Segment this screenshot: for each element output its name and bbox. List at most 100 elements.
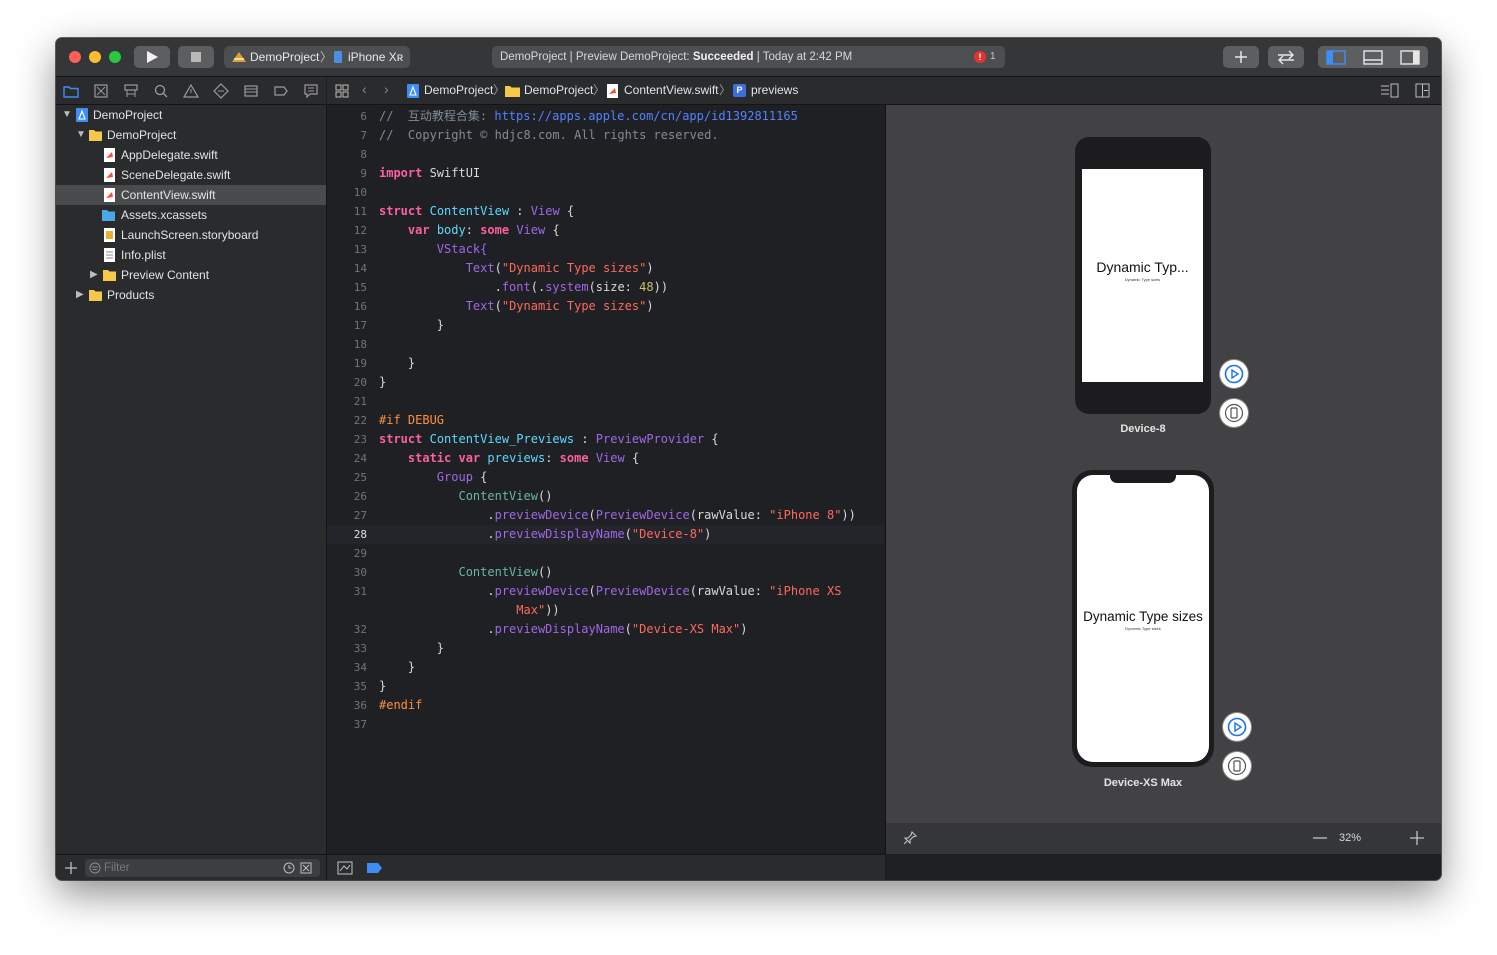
library-button[interactable] <box>1223 46 1259 68</box>
line-number: 12 <box>353 224 367 237</box>
folder-icon <box>505 86 520 97</box>
tree-item-launchscreen[interactable]: LaunchScreen.storyboard <box>56 225 326 245</box>
line-number: 23 <box>353 433 367 446</box>
plist-file-icon <box>104 248 115 262</box>
scheme-device: iPhone Xʀ <box>348 50 404 64</box>
project-navigator: ▼ DemoProject ▼ DemoProject AppDelegate.… <box>56 105 327 854</box>
breadcrumb-symbol[interactable]: previews <box>751 77 798 104</box>
disclosure-open-icon[interactable]: ▼ <box>76 125 86 145</box>
string-literal: "Device-8" <box>631 527 705 541</box>
punct: (size: <box>588 280 640 294</box>
breadcrumb-project[interactable]: DemoProject <box>424 77 493 104</box>
code-line: } <box>379 658 415 677</box>
add-editor-icon[interactable] <box>1415 83 1431 99</box>
folder-icon[interactable] <box>63 83 79 99</box>
related-items-grid-icon[interactable] <box>334 83 350 99</box>
comment-link[interactable]: https://apps.apple.com/cn/app/id13928111… <box>494 109 797 123</box>
issue-count: 1 <box>990 51 996 62</box>
activity-prefix: DemoProject | Preview DemoProject: <box>500 51 693 63</box>
tree-item-group-demoproject[interactable]: ▼ DemoProject <box>56 125 326 145</box>
scheme-selector[interactable]: DemoProject 〉 iPhone Xʀ <box>224 46 410 68</box>
error-badge-icon[interactable]: ! <box>974 51 986 63</box>
line-number: 8 <box>360 148 367 161</box>
report-navigator-icon[interactable] <box>303 83 319 99</box>
symbol-navigator-icon[interactable] <box>123 83 139 99</box>
preview-canvas[interactable]: Dynamic Typ... Dynamic Type sizes Device… <box>885 105 1441 823</box>
disclosure-closed-icon[interactable]: ▶ <box>90 265 98 285</box>
tree-item-preview-content[interactable]: ▶ Preview Content <box>56 265 326 285</box>
line-number: 22 <box>353 414 367 427</box>
add-file-icon[interactable] <box>64 861 78 875</box>
live-preview-button[interactable] <box>1223 713 1251 741</box>
code-line: .previewDisplayName("Device-XS Max") <box>379 620 747 639</box>
debug-navigator-icon[interactable] <box>243 83 259 99</box>
debug-area-toggle-icon[interactable] <box>1355 46 1391 68</box>
close-window-button[interactable] <box>69 51 81 63</box>
tree-item-infoplist[interactable]: Info.plist <box>56 245 326 265</box>
toolbar: DemoProject 〉 iPhone Xʀ DemoProject | Pr… <box>56 38 1441 77</box>
tree-item-contentview[interactable]: ContentView.swift <box>56 185 326 205</box>
minimize-window-button[interactable] <box>89 51 101 63</box>
minimap-toggle-icon[interactable] <box>337 861 353 875</box>
punct: } <box>379 679 387 693</box>
filter-input[interactable]: Filter <box>85 859 320 877</box>
call: Text <box>465 299 495 313</box>
code-line: } <box>379 677 386 696</box>
warning-icon[interactable] <box>183 83 199 99</box>
test-navigator-icon[interactable] <box>213 83 229 99</box>
tree-item-assets[interactable]: Assets.xcassets <box>56 205 326 225</box>
type-ref: View <box>595 451 625 465</box>
device-8-label: Device-8 <box>1120 423 1166 435</box>
live-preview-button[interactable] <box>1220 360 1248 388</box>
tree-item-products[interactable]: ▶ Products <box>56 285 326 305</box>
disclosure-open-icon[interactable]: ▼ <box>62 105 72 125</box>
breadcrumb-group[interactable]: DemoProject <box>524 77 593 104</box>
punct: () <box>537 489 553 503</box>
preview-on-device-button[interactable] <box>1223 752 1251 780</box>
code-line: } <box>379 316 444 335</box>
filter-placeholder: Filter <box>104 862 130 874</box>
editor-bottom-bar <box>327 854 885 880</box>
search-icon[interactable] <box>153 83 169 99</box>
recent-files-clock-icon[interactable] <box>283 862 295 874</box>
line-number: 34 <box>353 661 367 674</box>
tree-item-scenedelegate[interactable]: SceneDelegate.swift <box>56 165 326 185</box>
zoom-out-icon[interactable] <box>1313 837 1327 839</box>
source-editor[interactable]: 6 7 8 9 10 11 12 13 14 15 16 17 18 19 20… <box>327 105 884 854</box>
back-arrow-icon[interactable]: ‹ <box>362 81 367 97</box>
code-review-button[interactable] <box>1268 46 1304 68</box>
code-line: struct ContentView_Previews : PreviewPro… <box>379 430 719 449</box>
folder-icon <box>103 270 116 281</box>
method: previewDisplayName <box>494 622 625 636</box>
source-control-icon[interactable] <box>93 83 109 99</box>
line-number: 17 <box>353 319 367 332</box>
pin-icon[interactable] <box>903 831 917 845</box>
disclosure-closed-icon[interactable]: ▶ <box>76 285 84 305</box>
tree-item-project-root[interactable]: ▼ DemoProject <box>56 105 326 125</box>
zoom-in-icon[interactable] <box>1410 831 1424 845</box>
preview-on-device-button[interactable] <box>1220 399 1248 427</box>
breakpoints-toggle-icon[interactable] <box>367 863 383 873</box>
line-number <box>327 601 367 620</box>
scm-filter-icon[interactable] <box>300 862 312 874</box>
type-ref: View <box>516 223 546 237</box>
punct: ( <box>530 280 538 294</box>
number-literal: 48 <box>639 280 654 294</box>
code-line: Text("Dynamic Type sizes") <box>379 259 654 278</box>
project-file-icon <box>76 108 88 122</box>
punct: } <box>436 318 445 332</box>
stop-button[interactable] <box>178 46 214 68</box>
editor-options-icon[interactable] <box>1380 83 1400 99</box>
zoom-level[interactable]: 32% <box>1339 832 1361 844</box>
navigator-toggle-icon[interactable] <box>1318 46 1354 68</box>
zoom-window-button[interactable] <box>109 51 121 63</box>
inspector-toggle-icon[interactable] <box>1392 46 1428 68</box>
forward-arrow-icon[interactable]: › <box>384 81 389 97</box>
tree-item-appdelegate[interactable]: AppDelegate.swift <box>56 145 326 165</box>
chevron-right-icon: 〉 <box>320 50 333 64</box>
code-line: #endif <box>379 696 422 715</box>
breadcrumb-file[interactable]: ContentView.swift <box>624 77 719 104</box>
device-xs-max-screen: Dynamic Type sizes Dynamic Type sizes <box>1077 475 1209 762</box>
breakpoint-navigator-icon[interactable] <box>273 83 289 99</box>
run-button[interactable] <box>134 46 170 68</box>
